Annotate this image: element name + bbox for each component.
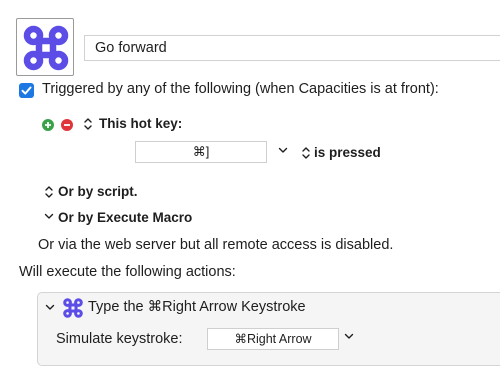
trigger-checkbox[interactable] xyxy=(19,83,34,98)
hotkey-trigger-label: This hot key: xyxy=(99,116,183,131)
chevron-down-icon[interactable] xyxy=(278,147,288,154)
chevron-down-icon[interactable] xyxy=(44,213,54,220)
macro-name-field[interactable]: Go forward xyxy=(84,35,500,61)
updown-chevron-icon[interactable] xyxy=(301,146,311,160)
plus-icon xyxy=(45,122,51,128)
updown-chevron-icon[interactable] xyxy=(83,117,93,131)
actions-header: Will execute the following actions: xyxy=(19,264,236,280)
hotkey-condition-select[interactable]: is pressed xyxy=(314,145,381,160)
hotkey-input[interactable]: ⌘] xyxy=(135,141,267,163)
chevron-down-icon[interactable] xyxy=(344,333,354,340)
checkmark-icon xyxy=(21,86,32,95)
command-icon xyxy=(23,25,69,71)
macro-icon-well[interactable] xyxy=(16,18,74,76)
simulate-keystroke-label: Simulate keystroke: xyxy=(56,331,183,347)
chevron-down-icon[interactable] xyxy=(45,304,55,311)
remove-trigger-button[interactable] xyxy=(61,119,73,131)
action-title: Type the ⌘Right Arrow Keystroke xyxy=(88,299,306,315)
updown-chevron-icon[interactable] xyxy=(44,185,54,199)
trigger-label: Triggered by any of the following (when … xyxy=(42,81,439,97)
keystroke-input[interactable]: ⌘Right Arrow xyxy=(207,328,339,350)
web-server-note: Or via the web server but all remote acc… xyxy=(38,237,394,253)
or-by-script-label: Or by script. xyxy=(58,184,138,199)
minus-icon xyxy=(64,124,70,126)
command-icon xyxy=(63,298,83,318)
add-trigger-button[interactable] xyxy=(42,119,54,131)
or-by-execute-macro-label: Or by Execute Macro xyxy=(58,210,193,225)
